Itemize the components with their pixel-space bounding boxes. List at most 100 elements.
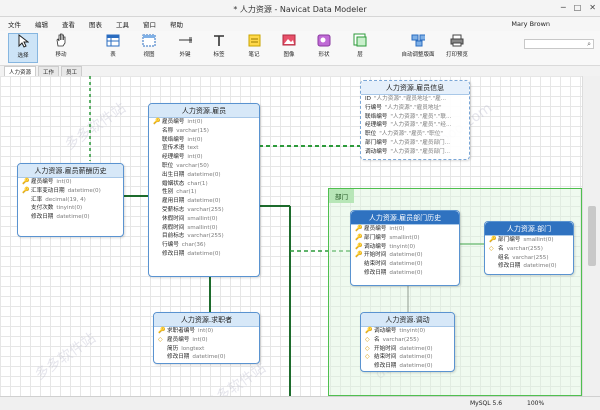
layer-tool-button[interactable]: 层 xyxy=(345,33,375,63)
field-row[interactable]: 行编号 "人力资源"."雇员地址" xyxy=(361,104,469,113)
field-row[interactable]: ◇ 雇员编号 int(0) xyxy=(154,336,259,345)
vertical-scrollbar[interactable] xyxy=(582,76,600,396)
view-tool-button[interactable]: 视图 xyxy=(134,33,164,63)
field-row[interactable]: 支付次数 tinyint(0) xyxy=(18,204,123,213)
field-name: ID xyxy=(365,96,371,102)
user-name[interactable]: Mary Brown xyxy=(511,20,550,28)
tab-hr[interactable]: 人力资源 xyxy=(4,66,37,76)
field-row[interactable]: 行编号 char(36) xyxy=(149,241,259,250)
minimize-button[interactable]: ─ xyxy=(561,3,566,12)
field-row[interactable]: 病假时间 smallint(0) xyxy=(149,224,259,233)
table-pay-history[interactable]: 人力资源.雇员薪酬历史 🔑 雇员编号 int(0) 🔑 汇率变动日期 datetime(… xyxy=(17,163,124,237)
field-row[interactable]: 🔑 部门编号 smallint(0) xyxy=(351,234,459,243)
scrollbar-thumb[interactable] xyxy=(588,206,596,266)
field-row[interactable]: 宣传术语 text xyxy=(149,144,259,153)
menu-tools[interactable]: 工具 xyxy=(116,19,129,29)
field-type: int(0) xyxy=(192,336,208,343)
field-row[interactable]: 🔑 调动编号 tinyint(0) xyxy=(351,243,459,252)
field-row[interactable]: 出生日期 datetime(0) xyxy=(149,171,259,180)
diagram-canvas[interactable]: 多多软件站 ddooo.com 多多软件站 ddooo.com 部门 人力资源.… xyxy=(0,76,582,396)
field-row[interactable]: 🔑 开始时间 datetime(0) xyxy=(351,251,459,260)
table-department-history[interactable]: 人力资源.雇员部门历史 🔑 雇员编号 int(0) 🔑 部门编号 smallint(0)… xyxy=(350,210,460,286)
label-tool-button[interactable]: 标签 xyxy=(204,33,234,63)
move-tool-button[interactable]: 移动 xyxy=(46,33,76,63)
field-row[interactable]: 🔑 雇员编号 int(0) xyxy=(351,225,459,234)
field-row[interactable]: 修改日期 datetime(0) xyxy=(351,269,459,278)
menu-diagram[interactable]: 图表 xyxy=(89,19,102,29)
field-row[interactable]: 职位 varchar(50) xyxy=(149,162,259,171)
table-tool-button[interactable]: 表 xyxy=(98,33,128,63)
field-row[interactable]: 汇率 decimal(19, 4) xyxy=(18,196,123,205)
field-row[interactable]: 简历 longtext xyxy=(154,345,259,354)
menu-file[interactable]: 文件 xyxy=(8,19,21,29)
view-employee-info[interactable]: 人力资源.雇员信息 ID "人力资源"."雇员地址"."雇... 行编号 "人力资源… xyxy=(360,80,470,160)
menu-help[interactable]: 帮助 xyxy=(170,19,183,29)
field-row[interactable]: 职位 "人力资源"."雇员"."职位" xyxy=(361,130,469,139)
field-row[interactable]: ◇ 名 varchar(255) xyxy=(361,336,454,345)
field-row[interactable]: 修改日期 datetime(0) xyxy=(154,353,259,362)
field-type: "人力资源"."雇员地址"."雇... xyxy=(373,96,447,102)
field-row[interactable]: 🔑 调动编号 tinyint(0) xyxy=(361,327,454,336)
table-department[interactable]: 人力资源.部门 🔑 部门编号 smallint(0) ◇ 名 varchar(255) … xyxy=(484,221,574,275)
tab-job[interactable]: 工作 xyxy=(38,66,60,76)
field-row[interactable]: 🔑 汇率变动日期 datetime(0) xyxy=(18,187,123,196)
foreign-key-tool-button[interactable]: 外键 xyxy=(170,33,200,63)
field-name: 病假时间 xyxy=(162,224,185,231)
field-name: 开始时间 xyxy=(364,252,387,259)
shape-tool-button[interactable]: 形状 xyxy=(309,33,339,63)
table-transfer[interactable]: 人力资源.调动 🔑 调动编号 tinyint(0) ◇ 名 varchar(255) ◇… xyxy=(360,312,455,372)
menu-edit[interactable]: 编辑 xyxy=(35,19,48,29)
key-icon: ◇ xyxy=(489,244,494,252)
maximize-button[interactable]: □ xyxy=(574,3,582,12)
tool-label: 标签 xyxy=(213,52,225,58)
field-row[interactable]: ◇ 开始时间 datetime(0) xyxy=(361,345,454,354)
note-tool-button[interactable]: 笔记 xyxy=(239,33,269,63)
field-row[interactable]: 经理编号 "人力资源"."雇员"."经... xyxy=(361,121,469,130)
field-row[interactable]: 🔑 雇员编号 int(0) xyxy=(18,178,123,187)
table-candidate[interactable]: 人力资源.求职者 🔑 求职者编号 int(0) ◇ 雇员编号 int(0) 简历 long… xyxy=(153,312,260,364)
menu-view[interactable]: 查看 xyxy=(62,19,75,29)
field-type: int(0) xyxy=(187,154,203,161)
field-row[interactable]: 雇用日期 datetime(0) xyxy=(149,197,259,206)
field-type: int(0) xyxy=(187,119,203,125)
view-icon xyxy=(142,33,156,47)
close-button[interactable]: ✕ xyxy=(589,3,596,12)
image-tool-button[interactable]: 图像 xyxy=(274,33,304,63)
field-row[interactable]: 结束时间 datetime(0) xyxy=(351,260,459,269)
key-icon xyxy=(158,353,167,362)
field-row[interactable]: 性别 char(1) xyxy=(149,188,259,197)
field-row[interactable]: 修改日期 datetime(0) xyxy=(18,213,123,222)
field-row[interactable]: 目前标志 varchar(255) xyxy=(149,232,259,241)
field-row[interactable]: 婚姻状态 char(1) xyxy=(149,180,259,189)
field-row[interactable]: ◇ 名 varchar(255) xyxy=(485,245,573,254)
tab-staff[interactable]: 员工 xyxy=(61,66,83,76)
zoom-level[interactable]: 100% xyxy=(527,400,544,407)
field-row[interactable]: 修改日期 datetime(0) xyxy=(361,362,454,371)
field-row[interactable]: 修改日期 datetime(0) xyxy=(149,250,259,259)
field-row[interactable]: 联络编号 "人力资源"."雇员"."联... xyxy=(361,113,469,122)
print-preview-button[interactable]: 打印预览 xyxy=(440,33,474,63)
field-row[interactable]: 名称 varchar(15) xyxy=(149,127,259,136)
field-row[interactable]: 🔑 雇员编号 int(0) xyxy=(149,118,259,127)
field-row[interactable]: 受薪标志 varchar(255) xyxy=(149,206,259,215)
key-icon: 🔑 xyxy=(355,225,363,232)
key-icon: 🔑 xyxy=(355,251,363,259)
field-row[interactable]: 调动编号 "人力资源"."雇员部门... xyxy=(361,148,469,157)
search-input[interactable] xyxy=(524,39,594,49)
field-row[interactable]: 经理编号 int(0) xyxy=(149,153,259,162)
tool-label: 选择 xyxy=(17,53,29,59)
field-row[interactable]: 修改日期 datetime(0) xyxy=(485,262,573,271)
field-row[interactable]: ID "人力资源"."雇员地址"."雇... xyxy=(361,95,469,104)
field-row[interactable]: ◇ 结束时间 datetime(0) xyxy=(361,353,454,362)
select-tool-button[interactable]: 选择 xyxy=(8,33,38,63)
field-row[interactable]: 🔑 部门编号 smallint(0) xyxy=(485,236,573,245)
auto-layout-button[interactable]: 自动调整版面 xyxy=(398,33,438,63)
field-row[interactable]: 部门编号 "人力资源"."雇员部门... xyxy=(361,139,469,148)
menu-window[interactable]: 窗口 xyxy=(143,19,156,29)
table-employee[interactable]: 人力资源.雇员 🔑 雇员编号 int(0) 名称 varchar(15) 联络编号 in… xyxy=(148,103,260,277)
field-row[interactable]: 组名 varchar(255) xyxy=(485,254,573,263)
field-row[interactable]: 休假时间 smallint(0) xyxy=(149,215,259,224)
field-row[interactable]: 联络编号 int(0) xyxy=(149,136,259,145)
field-row[interactable]: 🔑 求职者编号 int(0) xyxy=(154,327,259,336)
field-type: int(0) xyxy=(187,136,203,143)
